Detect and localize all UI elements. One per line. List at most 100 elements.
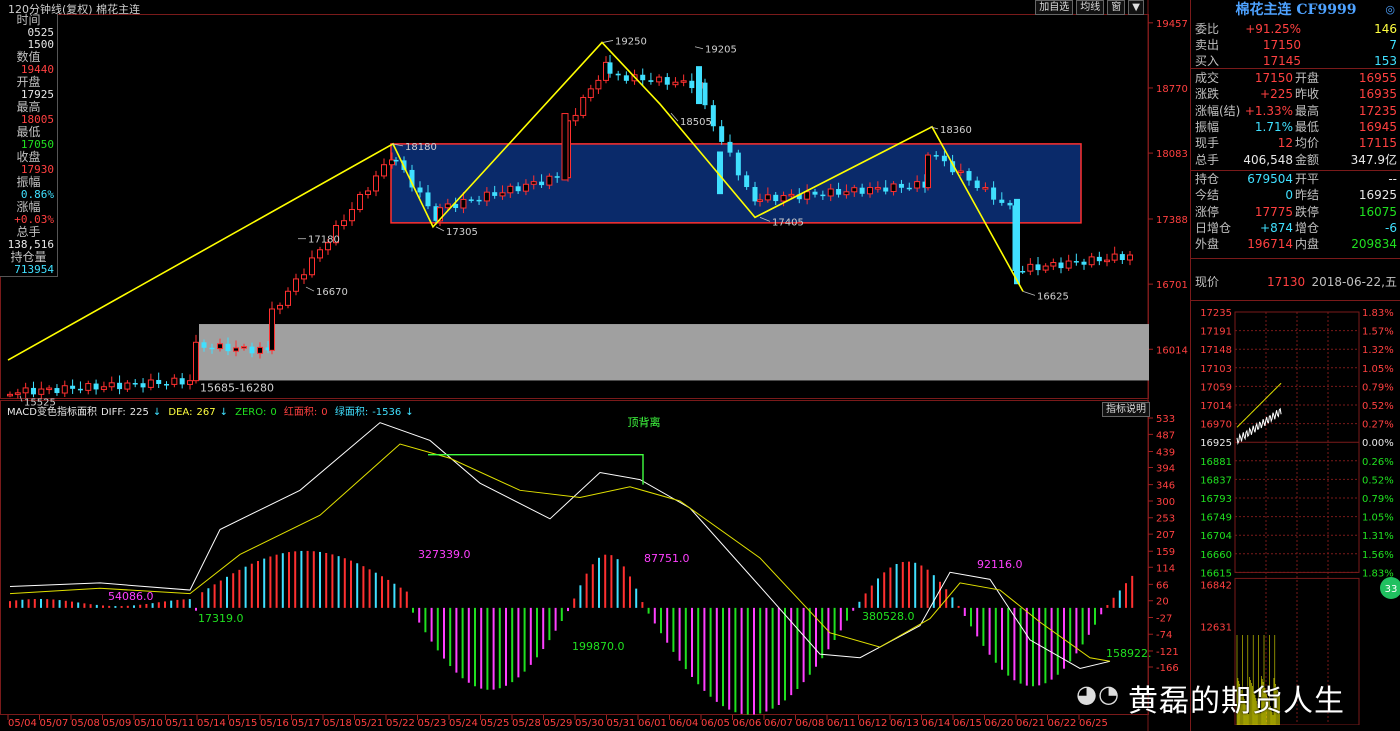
quote-value: 16945 bbox=[1358, 119, 1397, 134]
candle-body bbox=[444, 203, 451, 209]
mini-price-tick: 17235 bbox=[1200, 308, 1232, 319]
candle-body bbox=[914, 181, 921, 189]
candle-body bbox=[554, 176, 560, 178]
candle-body bbox=[595, 79, 602, 90]
date-label: 06/05 bbox=[701, 718, 730, 729]
macd-area-label: 327339.0 bbox=[418, 548, 471, 561]
date-label: 06/13 bbox=[890, 718, 919, 729]
candle-body bbox=[46, 387, 53, 391]
candle-body bbox=[572, 114, 579, 122]
quote-label: 开平 bbox=[1295, 172, 1320, 186]
quote-value: +874 bbox=[1260, 220, 1293, 235]
quote-value: 17150 bbox=[1254, 71, 1293, 85]
chart-canvas[interactable]: 19457 18770 18083 17388 16701 16014 15685-1628… bbox=[0, 0, 1190, 731]
dea-label: DEA: bbox=[168, 407, 193, 418]
quote-title: 棉花主连 CF9999 bbox=[1235, 2, 1357, 18]
date-label: 06/14 bbox=[922, 718, 951, 729]
macd-axis-label: 487 bbox=[1156, 430, 1175, 441]
dropdown-button[interactable]: ▼ bbox=[1128, 0, 1144, 15]
mini-price-tick: 16704 bbox=[1200, 531, 1232, 542]
date-label: 06/12 bbox=[859, 718, 888, 729]
candle-body bbox=[1065, 260, 1072, 269]
quote-value: 17150 bbox=[1262, 38, 1301, 52]
macd-area-label: 199870.0 bbox=[572, 640, 625, 653]
candle-body bbox=[100, 386, 107, 390]
mini-pct-tick: 1.31% bbox=[1362, 531, 1394, 542]
date-label: 05/18 bbox=[323, 718, 352, 729]
candle-body bbox=[859, 187, 865, 194]
macd-area-label: 158922. bbox=[1106, 647, 1152, 660]
price-axis-label: 16014 bbox=[1156, 345, 1188, 356]
quote-grid-row: 成交 17150 开盘 16955 bbox=[1195, 70, 1399, 86]
date-label: 05/28 bbox=[512, 718, 541, 729]
quote-value: 17145 bbox=[1262, 54, 1301, 68]
watermark: ◕◔ 黄磊的期货人生 bbox=[1076, 676, 1345, 720]
candle-body bbox=[70, 385, 76, 389]
quote-value: -6 bbox=[1385, 220, 1397, 235]
macd-area-label: 380528.0 bbox=[862, 610, 915, 623]
candle-body bbox=[468, 199, 474, 201]
moving-average-button[interactable]: 均线 bbox=[1076, 0, 1105, 15]
candle-body bbox=[309, 257, 315, 276]
badge-count: 33 bbox=[1385, 584, 1398, 595]
pivot-label: 18505 bbox=[680, 117, 712, 128]
mini-price-tick: 17103 bbox=[1200, 364, 1232, 375]
candle-body bbox=[373, 175, 379, 192]
candle-body bbox=[1027, 263, 1034, 272]
quote-row: 卖出 17150 7 bbox=[1195, 37, 1399, 53]
candle-body bbox=[54, 388, 60, 394]
candle-body bbox=[1007, 202, 1013, 206]
pivot-leader bbox=[435, 226, 445, 232]
pivot-label: 17180 bbox=[308, 235, 340, 246]
window-button[interactable]: 窗 bbox=[1107, 0, 1126, 15]
pivot-label: 17405 bbox=[772, 217, 804, 228]
diff-line bbox=[9, 422, 1111, 669]
candle-body bbox=[140, 383, 146, 388]
settings-icon[interactable]: ◎ bbox=[1385, 3, 1395, 16]
quote-grid-row: 涨停 17775 跌停 16075 bbox=[1195, 204, 1399, 220]
divergence-marker bbox=[428, 453, 644, 485]
candle-body bbox=[233, 347, 239, 352]
candle-body bbox=[117, 382, 123, 390]
indicator-help-button[interactable]: 指标说明 bbox=[1102, 402, 1150, 417]
candle-body bbox=[425, 192, 431, 207]
intraday-chart[interactable]: 17235 1.83% 17191 1.57% 17148 1.32% 17103 1.05%… bbox=[1191, 300, 1400, 725]
quote-grid-row: 日增仓 +874 增仓 -6 bbox=[1195, 220, 1399, 236]
pivot-leader bbox=[1022, 290, 1036, 296]
quote-value: 0 bbox=[1285, 188, 1293, 203]
candle-body bbox=[357, 193, 363, 211]
date-label: 05/08 bbox=[71, 718, 100, 729]
candle-body bbox=[991, 187, 997, 200]
candle-body bbox=[365, 190, 371, 195]
candle-body bbox=[77, 388, 83, 391]
date-label: 05/30 bbox=[575, 718, 604, 729]
quote-label: 日增仓 bbox=[1195, 220, 1232, 235]
quote-label: 增仓 bbox=[1295, 220, 1320, 235]
price-axis-label: 17388 bbox=[1156, 215, 1188, 226]
mini-price-tick: 16881 bbox=[1200, 457, 1232, 468]
date-label: 05/23 bbox=[418, 718, 447, 729]
candle-body bbox=[93, 383, 99, 390]
quote-grid-row: 振幅 1.71% 最低 16945 bbox=[1195, 119, 1399, 135]
quote-value: 679504 bbox=[1247, 172, 1293, 186]
candle-body bbox=[1020, 270, 1026, 273]
candle-body bbox=[1104, 259, 1110, 263]
add-watchlist-button[interactable]: 加自选 bbox=[1035, 0, 1074, 15]
pivot-label: 17305 bbox=[446, 227, 478, 238]
quote-value: 17775 bbox=[1254, 204, 1293, 219]
candle-body bbox=[301, 274, 307, 280]
macd-axis-label: 66 bbox=[1156, 580, 1169, 591]
candle-body bbox=[317, 249, 323, 259]
macd-area-label: 17319.0 bbox=[198, 612, 244, 625]
quote-value: 16075 bbox=[1358, 204, 1397, 219]
macd-axis-label: 159 bbox=[1156, 547, 1175, 558]
candle-body bbox=[522, 183, 529, 192]
candle-body bbox=[780, 195, 787, 202]
mini-pct-tick: 1.83% bbox=[1362, 308, 1394, 319]
mini-pct-tick: 1.32% bbox=[1362, 345, 1394, 356]
candle-body bbox=[561, 113, 569, 181]
date-label: 06/04 bbox=[670, 718, 699, 729]
candle-body bbox=[201, 342, 207, 348]
candle-body bbox=[515, 186, 521, 192]
mini-pct-tick: 1.57% bbox=[1362, 327, 1394, 338]
